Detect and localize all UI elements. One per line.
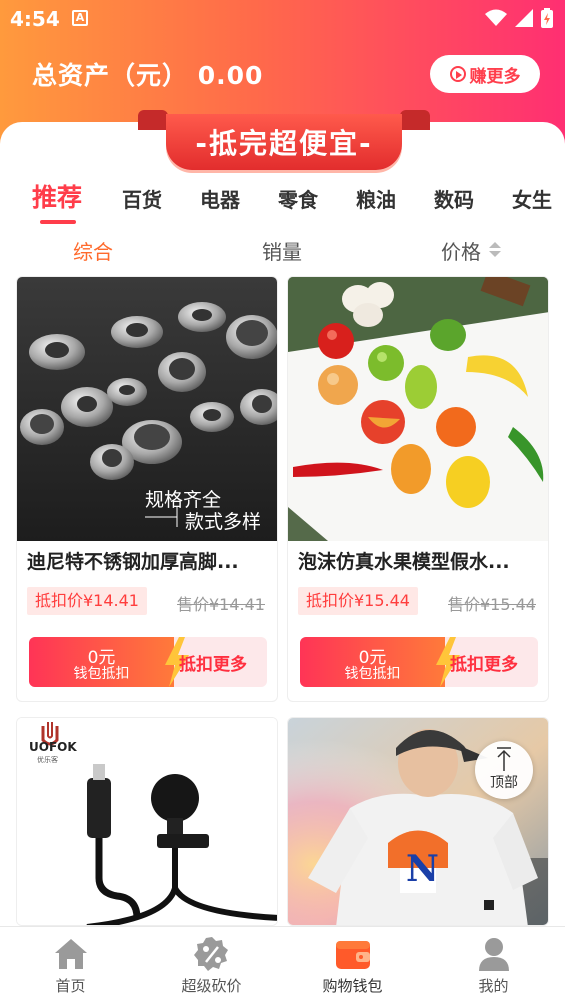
brand-logo-sub: 优乐客 [37,756,58,764]
nav-label: 我的 [478,977,509,995]
tab-women[interactable]: 女生 [512,184,552,213]
nav-item-bargain[interactable]: 超级砍价 [141,927,282,1004]
deduct-price: 抵扣价¥14.41 [27,587,147,615]
back-to-top-button[interactable]: 顶部 [475,741,533,799]
brand-logo: UOFOK [29,740,77,754]
total-assets: 总资产（元） 0.00 [32,61,264,90]
promo-banner: -抵完超便宜- [138,110,430,172]
wallet-label: 钱包抵扣 [73,666,130,682]
discount-icon [194,937,228,971]
wallet-deduct-button[interactable]: 0元 钱包抵扣 抵扣更多 [29,637,267,687]
tab-appliances[interactable]: 电器 [200,184,240,213]
deduct-price: 抵扣价¥15.44 [298,587,418,615]
promo-banner-text: -抵完超便宜- [166,114,402,170]
sort-price[interactable]: 价格 [441,236,481,265]
image-caption: 款式多样 [185,511,262,533]
sort-arrows-icon[interactable] [489,242,501,258]
tab-general[interactable]: 百货 [122,184,162,213]
back-to-top-label: 顶部 [490,775,518,791]
nav-label: 超级砍价 [181,977,242,995]
wallet-label: 钱包抵扣 [344,666,401,682]
system-icons [485,8,553,28]
product-card[interactable]: 规格齐全 款式多样 迪尼特不锈钢加厚高脚... 抵扣价¥14.41 售价¥14.… [16,276,278,702]
tab-digital[interactable]: 数码 [434,184,474,213]
sort-bar: 综合 销量 价格 [0,234,565,264]
arrow-up-icon [497,747,511,771]
tab-snacks[interactable]: 零食 [278,184,318,213]
status-time: 4:54 [10,7,60,31]
notification-icon: A [72,10,88,26]
shirt-print-letter: N [406,848,439,890]
wallet-icon [336,941,370,969]
deduct-more-label: 抵扣更多 [450,655,518,675]
home-icon [55,939,87,969]
status-bar: 4:54 A [0,0,565,36]
earn-more-label: 赚更多 [469,66,521,87]
active-tab-indicator [40,220,76,224]
sort-sales[interactable]: 销量 [262,236,302,265]
deduct-more-label: 抵扣更多 [179,655,247,675]
original-price: 售价¥14.41 [177,595,265,614]
nav-item-profile[interactable]: 我的 [423,927,564,1004]
sort-comprehensive[interactable]: 综合 [73,236,113,265]
product-image[interactable]: 规格齐全 款式多样 [17,277,277,541]
earn-more-button[interactable]: 赚更多 [430,55,540,93]
nav-item-wallet[interactable]: 购物钱包 [282,927,423,1004]
original-price: 售价¥15.44 [448,595,536,614]
wallet-deduct-button[interactable]: 0元 钱包抵扣 抵扣更多 [300,637,538,687]
play-icon [449,66,466,82]
battery-icon [541,8,553,28]
tab-grain-oil[interactable]: 粮油 [356,184,396,213]
nav-label: 购物钱包 [322,977,383,995]
nav-item-home[interactable]: 首页 [0,927,141,1004]
product-title[interactable]: 泡沫仿真水果模型假水... [298,547,542,574]
product-card[interactable]: 泡沫仿真水果模型假水... 抵扣价¥15.44 售价¥15.44 0元 钱包抵扣… [287,276,549,702]
signal-icon [515,9,533,27]
product-image[interactable] [288,277,548,541]
bottom-nav: 首页 超级砍价 购物钱包 我的 [0,926,565,1004]
nav-label: 首页 [55,977,86,995]
profile-icon [479,938,509,971]
wifi-icon [485,9,507,26]
tab-recommend[interactable]: 推荐 [32,178,82,214]
product-image[interactable]: UOFOK 优乐客 [17,718,277,925]
category-tabs: 推荐 百货 电器 零食 粮油 数码 女生 [0,178,565,222]
product-title[interactable]: 迪尼特不锈钢加厚高脚... [27,547,271,574]
product-card[interactable]: UOFOK 优乐客 [16,717,278,926]
